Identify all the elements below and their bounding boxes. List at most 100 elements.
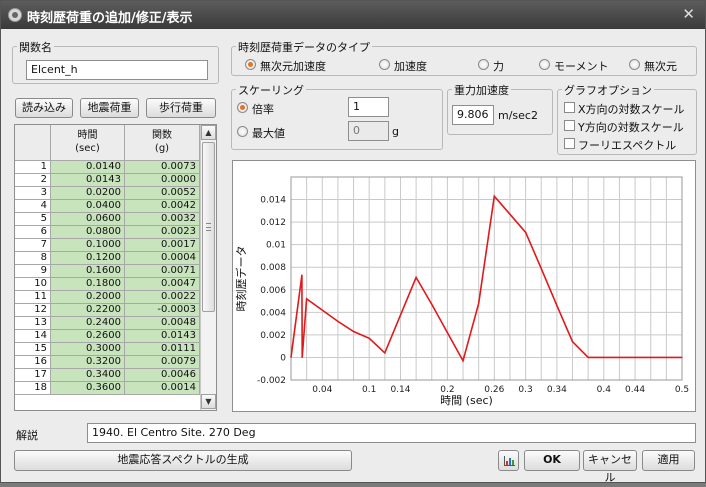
data-type-radio[interactable]: [539, 59, 550, 70]
cell-time[interactable]: 0.1800: [51, 278, 125, 291]
table-row[interactable]: 16 0.3200 0.0079: [15, 356, 200, 369]
cell-value[interactable]: 0.0032: [125, 213, 200, 226]
table-row[interactable]: 15 0.3000 0.0111: [15, 343, 200, 356]
scroll-up-icon[interactable]: ▲: [201, 125, 216, 140]
row-number[interactable]: 11: [15, 291, 51, 304]
scroll-down-icon[interactable]: ▼: [201, 394, 216, 409]
cell-time[interactable]: 0.0140: [51, 161, 125, 174]
cell-time[interactable]: 0.0600: [51, 213, 125, 226]
cell-value[interactable]: 0.0052: [125, 187, 200, 200]
scaling-max-input[interactable]: 0: [348, 121, 389, 141]
cell-time[interactable]: 0.2200: [51, 304, 125, 317]
table-row[interactable]: 12 0.2200 -0.0003: [15, 304, 200, 317]
generate-spectrum-button[interactable]: 地震応答スペクトルの生成: [14, 450, 352, 471]
description-input[interactable]: 1940. El Centro Site. 270 Deg: [87, 423, 696, 443]
data-type-radio[interactable]: [478, 59, 489, 70]
table-row[interactable]: 13 0.2400 0.0048: [15, 317, 200, 330]
row-number[interactable]: 6: [15, 226, 51, 239]
cell-time[interactable]: 0.0400: [51, 200, 125, 213]
fourier-checkbox[interactable]: [564, 138, 575, 149]
title-bar[interactable]: 時刻歴荷重の追加/修正/表示 ✕: [1, 1, 705, 29]
row-number[interactable]: 8: [15, 252, 51, 265]
row-number[interactable]: 15: [15, 343, 51, 356]
time-history-table[interactable]: 時間 (sec) 関数 (g) 1 0.0140 0.0073 2 0.0143 0.00…: [14, 124, 217, 411]
y-log-checkbox[interactable]: [564, 120, 575, 131]
cell-time[interactable]: 0.1200: [51, 252, 125, 265]
walking-load-button[interactable]: 歩行荷重: [146, 98, 216, 118]
table-row[interactable]: 18 0.3600 0.0014: [15, 382, 200, 395]
table-row[interactable]: 17 0.3400 0.0046: [15, 369, 200, 382]
cancel-button[interactable]: キャンセル: [583, 450, 637, 484]
close-icon[interactable]: ✕: [682, 5, 695, 23]
cell-time[interactable]: 0.1600: [51, 265, 125, 278]
scaling-factor-input[interactable]: 1: [348, 97, 389, 117]
cell-time[interactable]: 0.0143: [51, 174, 125, 187]
row-number[interactable]: 13: [15, 317, 51, 330]
cell-value[interactable]: 0.0046: [125, 369, 200, 382]
function-name-input[interactable]: Elcent_h: [26, 60, 208, 80]
cell-time[interactable]: 0.3000: [51, 343, 125, 356]
cell-time[interactable]: 0.2400: [51, 317, 125, 330]
table-row[interactable]: 7 0.1000 0.0017: [15, 239, 200, 252]
table-row[interactable]: 11 0.2000 0.0022: [15, 291, 200, 304]
cell-time[interactable]: 0.2000: [51, 291, 125, 304]
cell-value[interactable]: 0.0111: [125, 343, 200, 356]
table-row[interactable]: 3 0.0200 0.0052: [15, 187, 200, 200]
cell-value[interactable]: 0.0014: [125, 382, 200, 395]
scaling-factor-radio[interactable]: [237, 102, 248, 113]
row-number[interactable]: 10: [15, 278, 51, 291]
row-number[interactable]: 16: [15, 356, 51, 369]
cell-time[interactable]: 0.3600: [51, 382, 125, 395]
load-button[interactable]: 読み込み: [15, 98, 73, 118]
cell-value[interactable]: 0.0073: [125, 161, 200, 174]
row-number[interactable]: 17: [15, 369, 51, 382]
table-row[interactable]: 2 0.0143 0.0000: [15, 174, 200, 187]
row-number[interactable]: 9: [15, 265, 51, 278]
cell-time[interactable]: 0.1000: [51, 239, 125, 252]
data-type-radio[interactable]: [245, 59, 256, 70]
cell-value[interactable]: -0.0003: [125, 304, 200, 317]
table-row[interactable]: 10 0.1800 0.0047: [15, 278, 200, 291]
cell-value[interactable]: 0.0143: [125, 330, 200, 343]
cell-time[interactable]: 0.3200: [51, 356, 125, 369]
table-row[interactable]: 14 0.2600 0.0143: [15, 330, 200, 343]
row-number[interactable]: 18: [15, 382, 51, 395]
table-row[interactable]: 1 0.0140 0.0073: [15, 161, 200, 174]
table-row[interactable]: 9 0.1600 0.0071: [15, 265, 200, 278]
table-row[interactable]: 8 0.1200 0.0004: [15, 252, 200, 265]
row-number[interactable]: 3: [15, 187, 51, 200]
gravity-input[interactable]: 9.806: [452, 105, 494, 125]
cell-value[interactable]: 0.0000: [125, 174, 200, 187]
chart-button[interactable]: [498, 450, 519, 471]
data-type-radio[interactable]: [379, 59, 390, 70]
row-number[interactable]: 4: [15, 200, 51, 213]
apply-button[interactable]: 適用: [642, 450, 695, 471]
data-type-radio[interactable]: [629, 59, 640, 70]
row-number[interactable]: 7: [15, 239, 51, 252]
cell-value[interactable]: 0.0071: [125, 265, 200, 278]
table-row[interactable]: 6 0.0800 0.0023: [15, 226, 200, 239]
cell-time[interactable]: 0.0200: [51, 187, 125, 200]
x-log-checkbox[interactable]: [564, 102, 575, 113]
row-number[interactable]: 12: [15, 304, 51, 317]
cell-time[interactable]: 0.0800: [51, 226, 125, 239]
table-row[interactable]: 5 0.0600 0.0032: [15, 213, 200, 226]
cell-value[interactable]: 0.0023: [125, 226, 200, 239]
cell-value[interactable]: 0.0017: [125, 239, 200, 252]
row-number[interactable]: 14: [15, 330, 51, 343]
row-number[interactable]: 2: [15, 174, 51, 187]
table-scrollbar[interactable]: ▲ ▼: [200, 125, 216, 410]
cell-time[interactable]: 0.2600: [51, 330, 125, 343]
scaling-max-radio[interactable]: [237, 126, 248, 137]
cell-value[interactable]: 0.0079: [125, 356, 200, 369]
row-number[interactable]: 5: [15, 213, 51, 226]
cell-value[interactable]: 0.0042: [125, 200, 200, 213]
row-number[interactable]: 1: [15, 161, 51, 174]
cell-time[interactable]: 0.3400: [51, 369, 125, 382]
cell-value[interactable]: 0.0047: [125, 278, 200, 291]
table-row[interactable]: 4 0.0400 0.0042: [15, 200, 200, 213]
cell-value[interactable]: 0.0004: [125, 252, 200, 265]
ok-button[interactable]: OK: [524, 450, 580, 471]
scroll-thumb[interactable]: [202, 142, 215, 312]
seismic-load-button[interactable]: 地震荷重: [80, 98, 139, 118]
